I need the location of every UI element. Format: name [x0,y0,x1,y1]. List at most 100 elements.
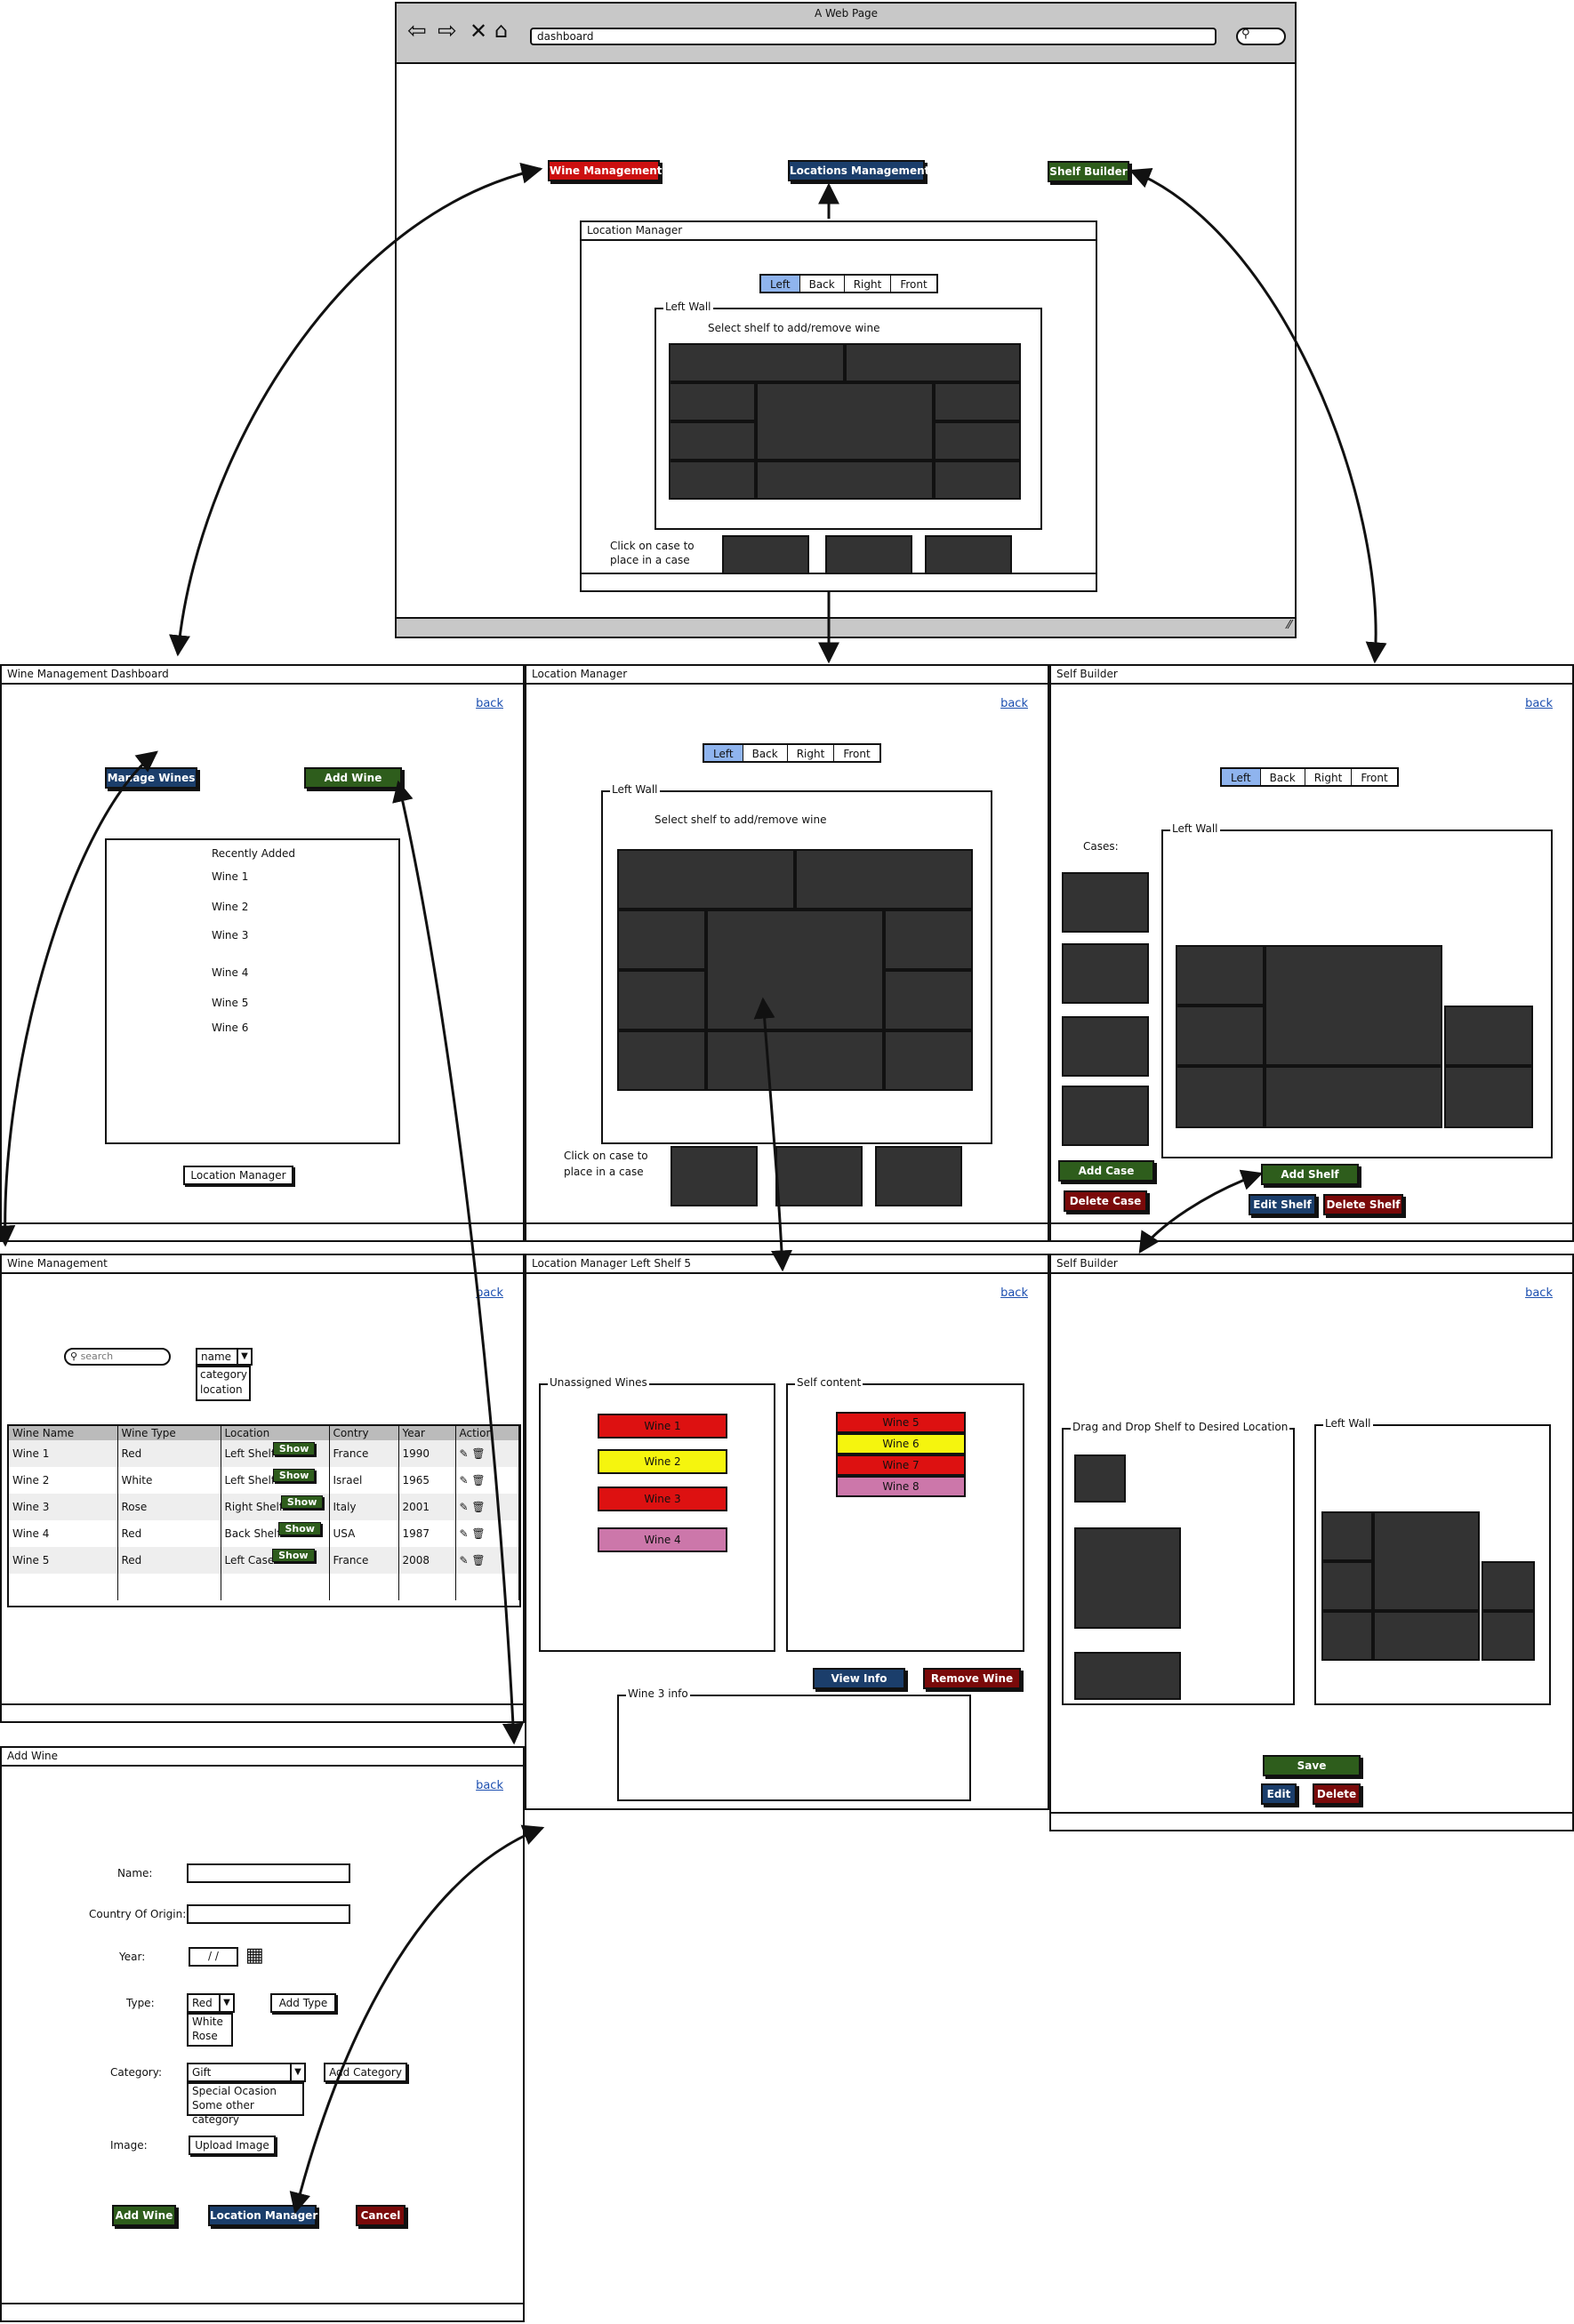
remove-wine-button[interactable]: Remove Wine [923,1668,1021,1689]
back-link[interactable]: back [476,1286,503,1300]
manage-wines-button[interactable]: Manage Wines [105,767,197,789]
forward-arrow-icon[interactable]: ⇨ [438,20,457,43]
case-block[interactable] [671,1146,758,1206]
shelf-block[interactable] [1482,1561,1535,1611]
shelf-block[interactable] [1321,1511,1373,1561]
case-block[interactable] [1062,1086,1149,1146]
add-case-button[interactable]: Add Case [1058,1160,1154,1182]
search-box[interactable]: ⚲ [1236,28,1286,45]
list-item[interactable]: Wine 6 [212,1022,248,1034]
shelf-block[interactable] [706,1030,884,1091]
tab-left[interactable]: Left [761,276,800,292]
column-header[interactable]: Location [221,1426,330,1440]
back-arrow-icon[interactable]: ⇦ [407,20,427,43]
back-link[interactable]: back [1000,697,1028,710]
search-field[interactable]: ⚲ search [64,1348,171,1366]
edit-button[interactable]: Edit [1261,1783,1297,1805]
column-header[interactable]: Wine Name [9,1426,118,1440]
pencil-icon[interactable]: ✎ [460,1474,469,1487]
list-item[interactable]: Wine 2 [212,901,248,913]
wine-item[interactable]: Wine 1 [598,1414,727,1438]
shelf-block[interactable] [1074,1652,1181,1700]
show-button[interactable]: Show [272,1548,315,1562]
shelf-block[interactable] [884,1030,973,1091]
tab-right[interactable]: Right [788,745,835,761]
case-block[interactable] [925,535,1012,574]
wine-item[interactable]: Wine 4 [598,1527,727,1552]
sort-option[interactable]: location [200,1382,249,1398]
table-row[interactable]: Wine 3 Rose Right Shelf Show Italy 2001 ✎ … [9,1494,519,1520]
back-link[interactable]: back [476,1779,503,1792]
table-row[interactable]: Wine 4 Red Back Shelf Show USA 1987 ✎ 🗑 [9,1520,519,1547]
shelf-block[interactable] [1321,1611,1373,1661]
trash-icon[interactable]: 🗑 [471,1501,485,1513]
type-option[interactable]: White [192,2015,231,2029]
tab-right[interactable]: Right [1305,769,1353,785]
cancel-button[interactable]: Cancel [356,2205,406,2226]
shelf-block[interactable] [934,382,1021,421]
address-bar[interactable]: dashboard [530,28,1217,45]
shelf-block[interactable] [1482,1611,1535,1661]
shelf-block[interactable] [706,910,884,1030]
case-block[interactable] [825,535,912,574]
location-manager-button[interactable]: Location Manager [208,2205,317,2226]
tab-left[interactable]: Left [704,745,743,761]
list-item[interactable]: Wine 5 [212,997,248,1009]
shelf-block[interactable] [934,461,1021,500]
shelf-block[interactable] [845,343,1021,382]
wine-item[interactable]: Wine 3 [598,1487,727,1511]
back-link[interactable]: back [476,697,503,710]
table-row[interactable]: Wine 2 White Left Shelf Show Israel 1965 ✎… [9,1467,519,1494]
shelf-block[interactable] [1176,945,1265,1006]
trash-icon[interactable]: 🗑 [471,1447,485,1460]
trash-icon[interactable]: 🗑 [471,1474,485,1487]
edit-shelf-button[interactable]: Edit Shelf [1249,1194,1316,1215]
shelf-block[interactable] [934,421,1021,461]
shelf-block[interactable] [756,461,934,500]
pencil-icon[interactable]: ✎ [460,1501,469,1513]
case-block[interactable] [1062,943,1149,1004]
shelf-block[interactable] [669,421,756,461]
location-manager-button[interactable]: Location Manager [183,1166,293,1185]
show-button[interactable]: Show [272,1441,316,1455]
category-option[interactable]: Special Ocasion [192,2084,302,2098]
case-block[interactable] [722,535,809,574]
shelf-block[interactable] [669,343,845,382]
shelf-block[interactable] [617,849,795,910]
close-icon[interactable]: ✕ [470,20,487,43]
home-icon[interactable]: ⌂ [494,19,508,42]
case-block[interactable] [875,1146,962,1206]
pencil-icon[interactable]: ✎ [460,1527,469,1540]
wine-item[interactable]: Wine 8 [836,1476,966,1497]
upload-image-button[interactable]: Upload Image [189,2136,276,2155]
show-button[interactable]: Show [280,1495,324,1509]
shelf-block[interactable] [884,970,973,1030]
shelf-block[interactable] [1444,1006,1533,1066]
resize-grip-icon[interactable]: ⁄⁄ [1288,619,1291,632]
shelf-block[interactable] [1074,1527,1181,1629]
tab-left[interactable]: Left [1222,769,1261,785]
shelf-block[interactable] [1444,1066,1533,1128]
tab-front[interactable]: Front [1352,769,1396,785]
column-header[interactable]: Wine Type [117,1426,221,1440]
name-field[interactable] [187,1863,350,1883]
case-block[interactable] [775,1146,863,1206]
add-wine-button[interactable]: Add Wine [304,767,402,789]
tab-right[interactable]: Right [845,276,892,292]
shelf-block[interactable] [617,910,706,970]
table-row[interactable]: Wine 5 Red Left Case Show France 2008 ✎ 🗑 [9,1547,519,1574]
trash-icon[interactable]: 🗑 [471,1527,485,1540]
back-link[interactable]: back [1000,1286,1028,1300]
back-link[interactable]: back [1525,697,1553,710]
locations-management-button[interactable]: Locations Management [788,160,929,181]
shelf-block[interactable] [756,382,934,461]
shelf-block[interactable] [1265,1066,1442,1128]
tab-back[interactable]: Back [800,276,845,292]
view-info-button[interactable]: View Info [813,1668,905,1689]
wine-item[interactable]: Wine 6 [836,1433,966,1455]
trash-icon[interactable]: 🗑 [471,1554,485,1567]
tab-back[interactable]: Back [743,745,788,761]
wine-management-button[interactable]: Wine Management [548,160,663,181]
category-option[interactable]: Some other category [192,2098,302,2127]
table-row[interactable]: Wine 1 Red Left Shelf Show France 1990 ✎ 🗑 [9,1440,519,1467]
